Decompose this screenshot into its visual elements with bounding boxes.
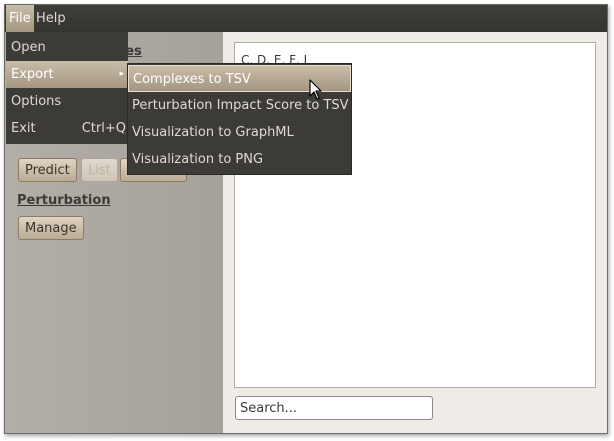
manage-button[interactable]: Manage <box>18 216 84 240</box>
menu-bar: File Help <box>5 5 607 32</box>
menu-item-export-label: Export <box>11 67 54 82</box>
submenu-item-complexes-tsv-label: Complexes to TSV <box>133 72 251 87</box>
file-menu-button[interactable]: File <box>6 5 34 32</box>
menu-item-exit[interactable]: Exit Ctrl+Q <box>6 115 128 142</box>
list-button[interactable]: List <box>81 158 118 182</box>
help-menu-button[interactable]: Help <box>33 5 69 32</box>
submenu-item-png[interactable]: Visualization to PNG <box>128 146 351 173</box>
mouse-cursor-icon <box>309 79 322 100</box>
menu-item-open-label: Open <box>11 40 46 55</box>
file-dropdown-menu: Open Export ▸ Options Exit Ctrl+Q <box>6 32 128 144</box>
menu-item-export[interactable]: Export ▸ <box>6 61 128 88</box>
menu-item-options-label: Options <box>11 94 62 109</box>
app-window: File Help exes Predict List Perturbation… <box>4 4 608 434</box>
menu-item-options[interactable]: Options <box>6 88 128 115</box>
submenu-item-graphml-label: Visualization to GraphML <box>132 125 294 140</box>
submenu-item-png-label: Visualization to PNG <box>132 152 264 167</box>
perturbation-section-title: Perturbation <box>17 193 111 208</box>
exit-shortcut: Ctrl+Q <box>81 121 126 136</box>
predict-button[interactable]: Predict <box>18 158 77 182</box>
search-input[interactable] <box>235 396 433 420</box>
menu-item-exit-label: Exit <box>11 121 36 136</box>
submenu-arrow-icon: ▸ <box>119 69 124 79</box>
menu-item-open[interactable]: Open <box>6 34 128 61</box>
submenu-item-graphml[interactable]: Visualization to GraphML <box>128 119 351 146</box>
